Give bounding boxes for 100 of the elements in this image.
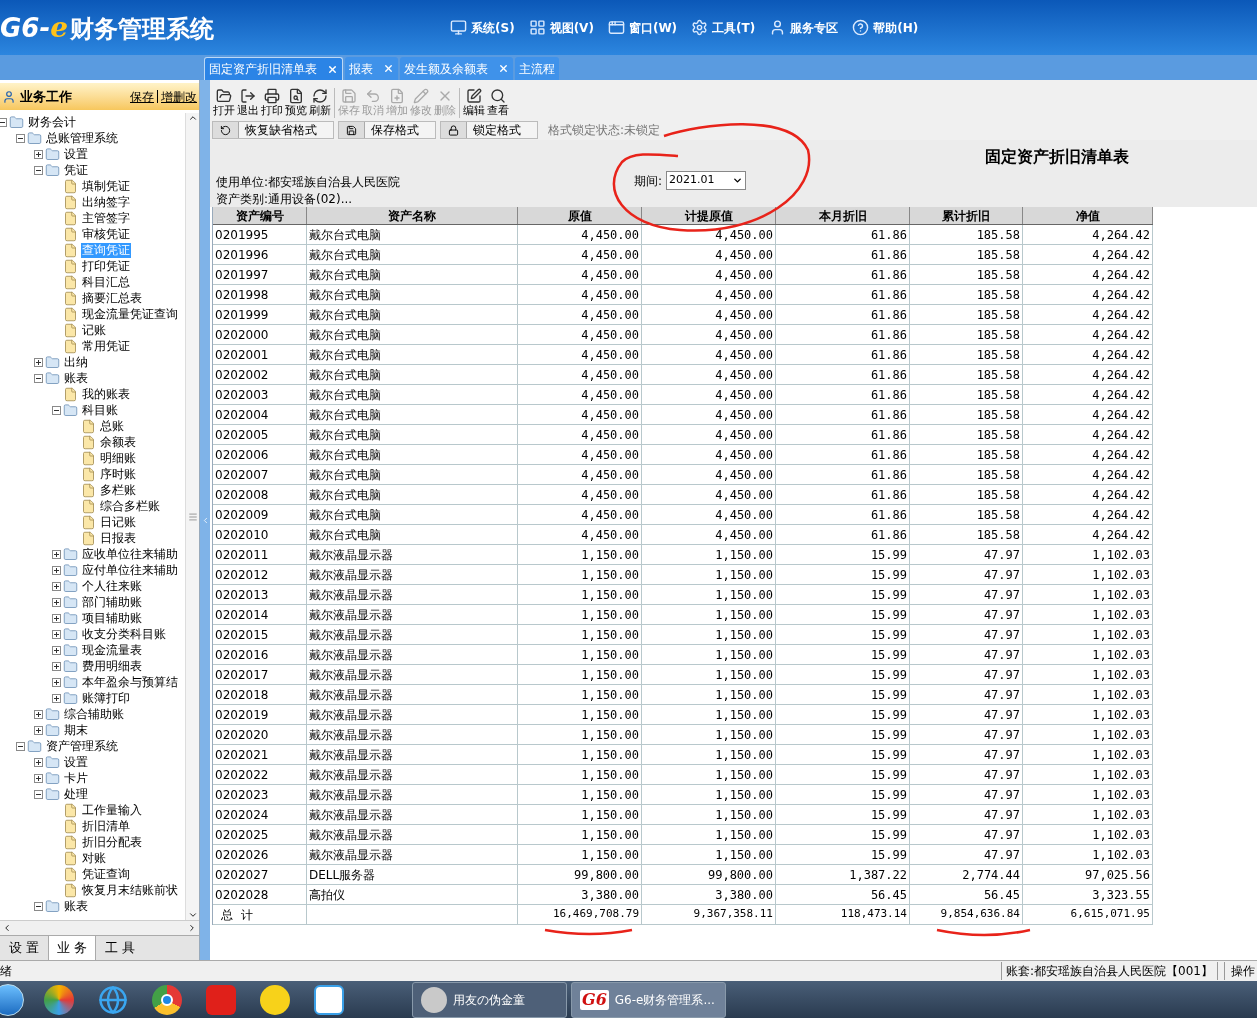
tree-item[interactable]: 卡片 [63, 770, 89, 786]
tree-item[interactable]: 部门辅助账 [81, 594, 143, 610]
tree-item[interactable]: 日记账 [99, 514, 137, 530]
tree-item[interactable]: 工作量输入 [81, 802, 143, 818]
panel-tab[interactable]: 业 务 [48, 936, 96, 960]
collapse-toggle[interactable] [34, 373, 43, 383]
tree-item[interactable]: 账簿打印 [81, 690, 131, 706]
tree-item[interactable]: 恢复月末结账前状 [81, 882, 179, 898]
collapse-toggle[interactable] [16, 133, 25, 143]
tree-item[interactable]: 摘要汇总表 [81, 290, 143, 306]
column-header[interactable]: 计提原值 [642, 207, 776, 224]
tree-item[interactable]: 账表 [63, 898, 89, 914]
panel-link[interactable]: 增删改 [161, 87, 197, 106]
start-button[interactable] [0, 983, 24, 1016]
tree-item[interactable]: 对账 [81, 850, 107, 866]
close-icon[interactable] [498, 63, 509, 74]
tree-item[interactable]: 多栏账 [99, 482, 137, 498]
menu-item[interactable]: 帮助(H) [873, 18, 919, 37]
tree-item[interactable]: 个人往来账 [81, 578, 143, 594]
column-header[interactable]: 累计折旧 [910, 207, 1023, 224]
tree-item[interactable]: 凭证 [63, 162, 89, 178]
browser-icon[interactable] [152, 984, 182, 1015]
scroll-left-icon[interactable] [2, 923, 12, 933]
tree-item[interactable]: 折旧分配表 [81, 834, 143, 850]
tree-item[interactable]: 综合多栏账 [99, 498, 161, 514]
horizontal-scrollbar[interactable] [0, 920, 199, 935]
tree-item[interactable]: 凭证查询 [81, 866, 131, 882]
tree-item[interactable]: 设置 [63, 754, 89, 770]
scroll-up-icon[interactable] [187, 113, 198, 123]
toolbar-button[interactable]: 打印 [260, 88, 284, 118]
expand-toggle[interactable] [34, 725, 43, 735]
expand-toggle[interactable] [52, 613, 61, 623]
tree-item[interactable]: 余额表 [99, 434, 137, 450]
tree-item[interactable]: 出纳签字 [81, 194, 131, 210]
menu-item[interactable]: 窗口(W) [628, 18, 678, 37]
grid-icon[interactable] [528, 19, 546, 36]
expand-toggle[interactable] [52, 677, 61, 687]
expand-toggle[interactable] [34, 357, 43, 367]
column-header[interactable]: 资产名称 [307, 207, 518, 224]
tree-item[interactable]: 日报表 [99, 530, 137, 546]
format-button[interactable]: 恢复缺省格式 [212, 121, 334, 139]
column-header[interactable]: 资产编号 [213, 207, 307, 224]
document-tab[interactable]: 固定资产折旧清单表 [204, 57, 343, 80]
tree-item[interactable]: 明细账 [99, 450, 137, 466]
tree-item[interactable]: 序时账 [99, 466, 137, 482]
help-icon[interactable] [852, 19, 870, 36]
taskbar-button[interactable]: G6 G6-e财务管理系... [571, 981, 726, 1018]
tree-item[interactable]: 财务会计 [27, 114, 77, 130]
tree-item[interactable]: 总账管理系统 [45, 130, 119, 146]
period-dropdown[interactable]: 2021.01 [666, 171, 747, 190]
tree-item[interactable]: 处理 [63, 786, 89, 802]
collapse-toggle[interactable] [16, 741, 25, 751]
tree-item[interactable]: 填制凭证 [81, 178, 131, 194]
panel-tab[interactable]: 设 置 [0, 936, 48, 960]
tree-item[interactable]: 本年盈余与预算结 [81, 674, 179, 690]
tree-item[interactable]: 应收单位往来辅助 [81, 546, 179, 562]
scroll-right-icon[interactable] [187, 923, 197, 933]
toolbar-button[interactable]: 编辑 [462, 88, 486, 118]
expand-toggle[interactable] [52, 629, 61, 639]
tree-item[interactable]: 审核凭证 [81, 226, 131, 242]
collapse-toggle[interactable] [34, 789, 43, 799]
tree-item[interactable]: 打印凭证 [81, 258, 131, 274]
tree-item[interactable]: 设置 [63, 146, 89, 162]
expand-toggle[interactable] [52, 645, 61, 655]
collapse-toggle[interactable] [0, 117, 7, 127]
tree-item[interactable]: 科目汇总 [81, 274, 131, 290]
tree-item[interactable]: 现金流量凭证查询 [81, 306, 179, 322]
expand-toggle[interactable] [34, 757, 43, 767]
expand-toggle[interactable] [52, 565, 61, 575]
expand-toggle[interactable] [52, 549, 61, 559]
expand-toggle[interactable] [34, 149, 43, 159]
tree-item[interactable]: 综合辅助账 [63, 706, 125, 722]
taskbar-button[interactable]: 用友の伪金童 [412, 981, 567, 1018]
pinwheel-icon[interactable] [44, 984, 74, 1015]
menu-item[interactable]: 系统(S) [471, 18, 515, 37]
tree-item[interactable]: 总账 [99, 418, 125, 434]
toolbar-button[interactable]: 打开 [212, 88, 236, 118]
toolbar-button[interactable]: 刷新 [308, 88, 332, 118]
tree-item[interactable]: 费用明细表 [81, 658, 143, 674]
vertical-scrollbar[interactable] [185, 113, 199, 920]
column-header[interactable]: 原值 [518, 207, 642, 224]
tree-item[interactable]: 应付单位往来辅助 [81, 562, 179, 578]
menu-item[interactable]: 视图(V) [549, 18, 594, 37]
window-icon[interactable] [607, 19, 625, 36]
scroll-thumb-icon[interactable] [187, 511, 198, 522]
tree-item[interactable]: 出纳 [63, 354, 89, 370]
tree-item[interactable]: 收支分类科目账 [81, 626, 167, 642]
tree-item[interactable]: 记账 [81, 322, 107, 338]
collapse-toggle[interactable] [52, 405, 61, 415]
toolbar-button[interactable]: 预览 [284, 88, 308, 118]
format-button[interactable]: 锁定格式 [440, 121, 538, 139]
collapse-toggle[interactable] [34, 165, 43, 175]
tree-item[interactable]: 项目辅助账 [81, 610, 143, 626]
column-header[interactable]: 本月折旧 [776, 207, 910, 224]
tree-item[interactable]: 期末 [63, 722, 89, 738]
menu-item[interactable]: 工具(T) [712, 18, 756, 37]
close-icon[interactable] [383, 63, 394, 74]
tree-item[interactable]: 资产管理系统 [45, 738, 119, 754]
toolbar-button[interactable]: 退出 [236, 88, 260, 118]
expand-toggle[interactable] [52, 581, 61, 591]
